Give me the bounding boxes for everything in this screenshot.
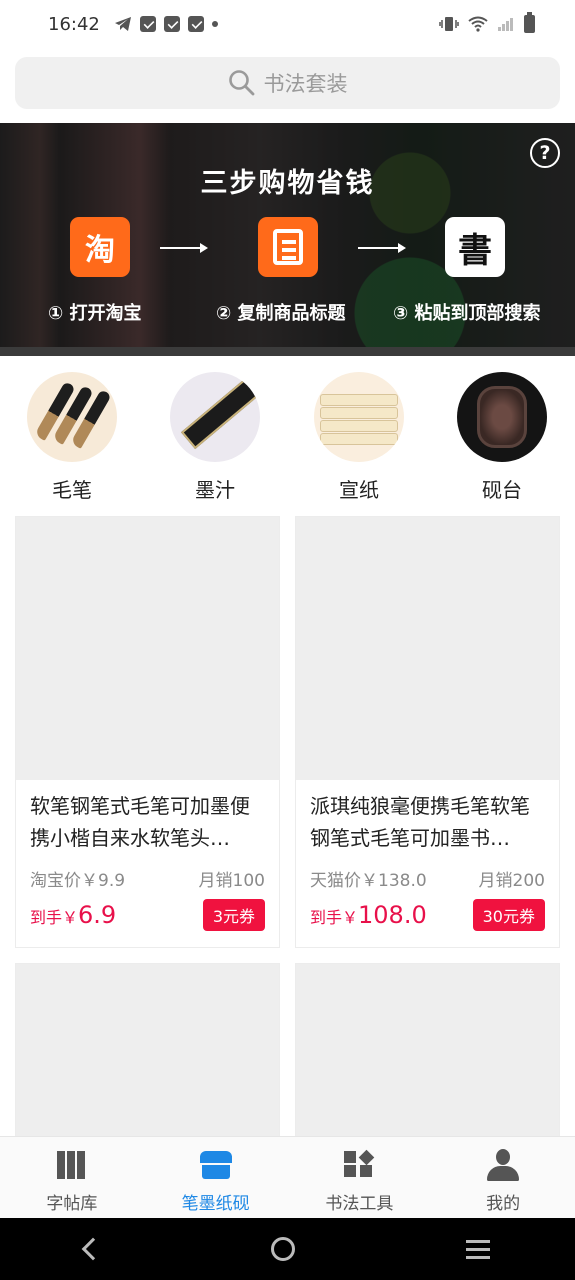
banner-title: 三步购物省钱 (200, 168, 375, 199)
category-rice-paper[interactable]: 宣纸 (309, 372, 409, 503)
product-card[interactable] (295, 963, 560, 1227)
calligraphy-app-icon: 書 (445, 217, 505, 277)
platform-price: 天猫价￥138.0 (310, 871, 427, 891)
signal-icon (498, 18, 513, 31)
tab-label: 笔墨纸砚 (181, 1194, 250, 1214)
mail-icon (187, 16, 204, 32)
arrow-right-icon (358, 243, 406, 253)
inkstone-image (457, 372, 547, 462)
bottom-tab-bar: 字帖库 笔墨纸砚 书法工具 我的 (0, 1136, 575, 1218)
coupon-badge[interactable]: 3元券 (202, 899, 265, 931)
back-icon[interactable] (81, 1237, 105, 1261)
copy-document-icon (258, 217, 318, 277)
coupon-badge[interactable]: 30元券 (472, 899, 545, 931)
telegram-icon (114, 17, 131, 31)
vibrate-icon (439, 17, 459, 31)
monthly-sales: 月销200 (478, 871, 545, 891)
tab-calligraphy-tools[interactable]: 书法工具 (288, 1137, 432, 1218)
step-label-copy-title: ② 复制商品标题 (216, 303, 346, 324)
taobao-icon: 淘 (70, 217, 130, 277)
system-navigation-bar (0, 1218, 575, 1280)
home-icon[interactable] (271, 1237, 296, 1261)
search-icon (228, 70, 254, 96)
user-icon (486, 1149, 520, 1181)
wifi-icon (468, 16, 488, 32)
step-label-open-taobao: ① 打开淘宝 (48, 303, 142, 324)
product-card[interactable] (15, 963, 280, 1227)
category-inkstone[interactable]: 砚台 (452, 372, 552, 503)
category-label: 宣纸 (339, 478, 379, 502)
mail-icon (163, 16, 180, 32)
category-brush[interactable]: 毛笔 (22, 372, 122, 503)
price-row: 到手￥108.0 30元券 (310, 899, 545, 931)
product-card[interactable]: 派琪纯狼毫便携毛笔软笔钢笔式毛笔可加墨书… 天猫价￥138.0 月销200 到手… (295, 516, 560, 948)
notification-icons (114, 16, 218, 32)
product-meta: 淘宝价￥9.9 月销100 (30, 866, 265, 891)
shop-icon (199, 1149, 233, 1181)
recent-apps-icon[interactable] (465, 1247, 490, 1251)
category-label: 砚台 (482, 478, 522, 502)
final-price: 到手￥6.9 (30, 901, 117, 929)
product-image (16, 517, 279, 780)
price-row: 到手￥6.9 3元券 (30, 899, 265, 931)
ink-image (170, 372, 260, 462)
search-placeholder: 书法套装 (263, 72, 348, 96)
tab-label: 书法工具 (325, 1194, 394, 1214)
tab-mine[interactable]: 我的 (431, 1137, 575, 1218)
search-input[interactable]: 书法套装 (15, 57, 560, 109)
tab-label: 字帖库 (46, 1194, 98, 1214)
product-title: 软笔钢笔式毛笔可加墨便携小楷自来水软笔头… (30, 794, 250, 850)
platform-price: 淘宝价￥9.9 (30, 871, 126, 891)
monthly-sales: 月销100 (198, 871, 265, 891)
final-price: 到手￥108.0 (310, 901, 427, 929)
step-label-paste-search: ③ 粘贴到顶部搜索 (393, 303, 541, 324)
tools-grid-icon (342, 1149, 376, 1181)
shopping-guide-banner[interactable]: ? 三步购物省钱 淘 書 ① 打开淘宝 ② 复制商品标题 ③ 粘贴到顶部搜索 (0, 123, 575, 356)
books-icon (55, 1149, 89, 1181)
status-time: 16:42 (48, 13, 100, 35)
product-title: 派琪纯狼毫便携毛笔软笔钢笔式毛笔可加墨书… (310, 794, 530, 850)
category-label: 墨汁 (195, 478, 235, 502)
category-row: 毛笔 墨汁 宣纸 砚台 (0, 372, 575, 502)
tab-stationery[interactable]: 笔墨纸砚 (144, 1137, 288, 1218)
rice-paper-image (314, 372, 404, 462)
tab-copybook-library[interactable]: 字帖库 (0, 1137, 144, 1218)
tab-label: 我的 (486, 1194, 521, 1214)
category-label: 毛笔 (52, 478, 92, 502)
arrow-right-icon (160, 243, 208, 253)
product-meta: 天猫价￥138.0 月销200 (310, 866, 545, 891)
brush-image (27, 372, 117, 462)
product-image (296, 517, 559, 780)
product-card[interactable]: 软笔钢笔式毛笔可加墨便携小楷自来水软笔头… 淘宝价￥9.9 月销100 到手￥6… (15, 516, 280, 948)
battery-icon (524, 12, 535, 33)
status-bar: 16:42 (0, 0, 575, 48)
system-icons (439, 12, 535, 33)
mail-icon (139, 16, 156, 32)
category-ink[interactable]: 墨汁 (165, 372, 265, 503)
more-notifications-icon (211, 21, 218, 27)
